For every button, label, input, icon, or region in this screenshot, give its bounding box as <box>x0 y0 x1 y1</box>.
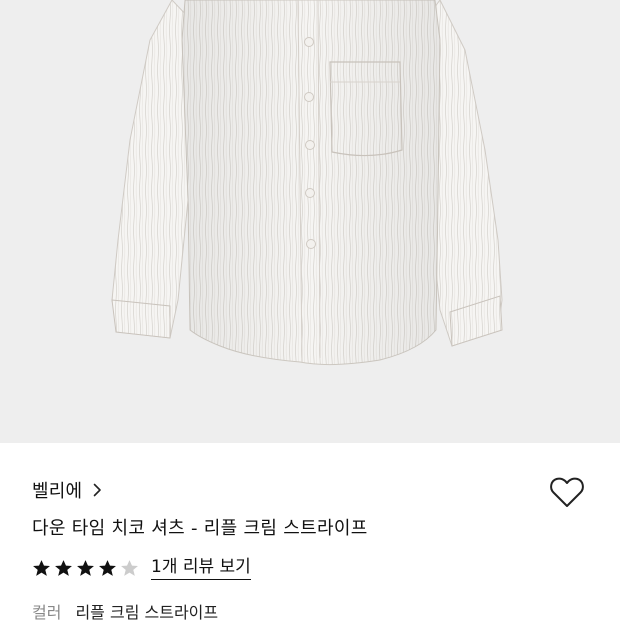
brand-link[interactable]: 벨리에 <box>32 477 106 503</box>
star-rating <box>32 559 139 578</box>
star-empty-icon <box>121 559 138 576</box>
rating-row: 1개 리뷰 보기 <box>32 555 251 581</box>
star-filled-icon <box>55 559 72 576</box>
color-label: 컬러 <box>32 603 62 620</box>
color-value: 리플 크림 스트라이프 <box>75 603 219 620</box>
review-link[interactable]: 1개 리뷰 보기 <box>151 557 251 580</box>
heart-outline-icon <box>550 477 584 507</box>
product-info: 벨리에 다운 타임 치코 셔츠 - 리플 크림 스트라이프 1개 리뷰 보기 컬… <box>0 443 620 620</box>
product-image[interactable] <box>0 0 620 443</box>
product-title: 다운 타임 치코 셔츠 - 리플 크림 스트라이프 <box>32 518 368 539</box>
star-filled-icon <box>99 559 116 576</box>
brand-name: 벨리에 <box>32 481 83 502</box>
wishlist-button[interactable] <box>548 473 586 511</box>
star-filled-icon <box>77 559 94 576</box>
color-row: 컬러 리플 크림 스트라이프 <box>32 599 218 620</box>
star-filled-icon <box>33 559 50 576</box>
shirt-illustration <box>111 0 503 366</box>
chevron-right-icon <box>93 483 102 497</box>
